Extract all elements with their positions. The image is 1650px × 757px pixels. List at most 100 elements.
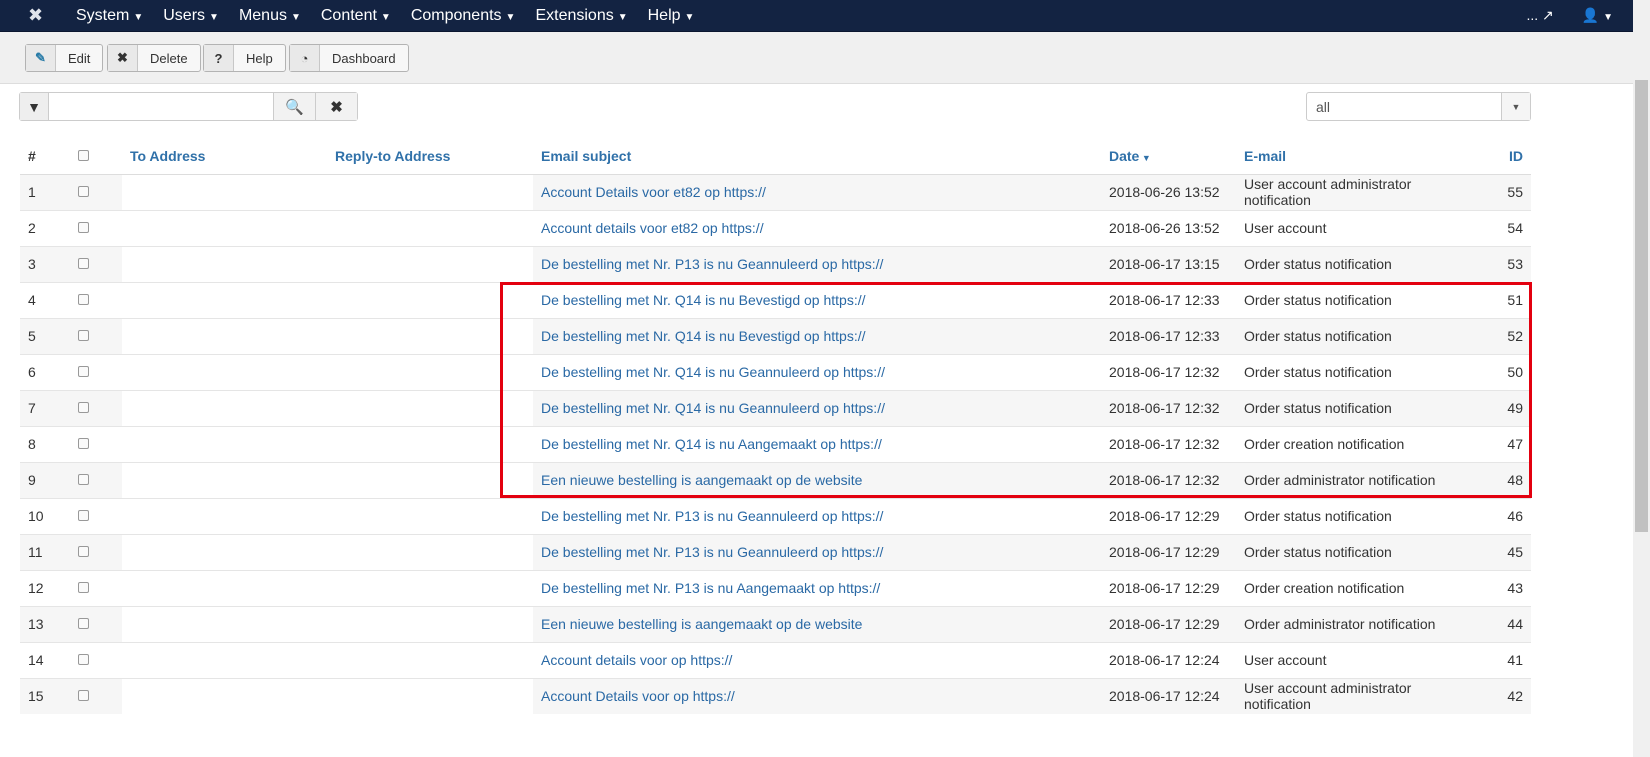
subject-link[interactable]: Account Details voor et82 op https:// [541,184,766,200]
date-cell: 2018-06-17 12:33 [1101,281,1236,318]
menu-system[interactable]: System ▼ [66,7,153,25]
col-email[interactable]: E-mail [1236,139,1481,175]
col-reply[interactable]: Reply-to Address [327,139,533,175]
row-checkbox[interactable] [78,222,89,233]
row-checkbox[interactable] [78,402,89,413]
reply-to-address [327,461,533,498]
email-type-cell: Order administrator notification [1236,605,1481,642]
menu-help[interactable]: Help ▼ [638,7,705,25]
row-checkbox[interactable] [78,258,89,269]
row-checkbox[interactable] [78,186,89,197]
dashboard-label: Dashboard [332,50,396,66]
reply-to-address [327,569,533,606]
menu-extensions[interactable]: Extensions ▼ [525,7,637,25]
col-subject[interactable]: Email subject [533,139,1101,175]
edit-button[interactable]: ✎ Edit [25,44,104,72]
to-address [122,641,327,678]
col-to[interactable]: To Address [122,139,327,175]
row-checkbox[interactable] [78,330,89,341]
subject-link[interactable]: De bestelling met Nr. P13 is nu Geannule… [541,508,883,524]
date-cell: 2018-06-26 13:52 [1101,209,1236,246]
date-cell: 2018-06-17 12:29 [1101,605,1236,642]
row-checkbox[interactable] [78,582,89,593]
row-checkbox[interactable] [78,294,89,305]
row-number: 1 [20,173,70,210]
id-cell: 44 [1481,605,1531,642]
subject-link[interactable]: De bestelling met Nr. P13 is nu Aangemaa… [541,580,880,596]
row-checkbox[interactable] [78,474,89,485]
date-cell: 2018-06-17 12:24 [1101,641,1236,678]
to-address [122,569,327,606]
row-checkbox[interactable] [78,618,89,629]
subject-link[interactable]: De bestelling met Nr. Q14 is nu Geannule… [541,364,885,380]
date-cell: 2018-06-26 13:52 [1101,173,1236,210]
view-site-link[interactable]: ... ↗ [1526,7,1553,24]
search-input[interactable] [49,93,273,120]
caret-down-icon: ▼ [684,11,695,23]
table-row: 3 De bestelling met Nr. P13 is nu Geannu… [20,245,1531,282]
col-num: # [20,139,70,175]
table-row: 4 De bestelling met Nr. Q14 is nu Bevest… [20,281,1531,318]
row-number: 11 [20,533,70,570]
reply-to-address [327,641,533,678]
email-type-select[interactable]: all ▼ [1306,92,1531,121]
menu-components[interactable]: Components ▼ [401,7,526,25]
row-checkbox[interactable] [78,546,89,557]
select-all-checkbox[interactable] [78,150,89,162]
table-row: 11 De bestelling met Nr. P13 is nu Geann… [20,533,1531,570]
menu-label: Menus [238,6,287,24]
scrollbar[interactable] [1633,0,1650,757]
reply-to-address [327,425,533,462]
row-checkbox[interactable] [78,690,89,702]
table-row: 15 Account Details voor op https:// 2018… [20,677,1531,714]
email-type-cell: Order status notification [1236,533,1481,570]
row-checkbox[interactable] [78,366,89,377]
clear-button[interactable]: ✖ [315,93,357,120]
row-checkbox[interactable] [78,654,89,665]
col-id[interactable]: ID [1481,139,1531,175]
subject-link[interactable]: De bestelling met Nr. Q14 is nu Bevestig… [541,292,866,308]
scrollbar-thumb[interactable] [1635,80,1648,532]
subject-link[interactable]: De bestelling met Nr. Q14 is nu Aangemaa… [541,436,882,452]
subject-link[interactable]: Een nieuwe bestelling is aangemaakt op d… [541,472,862,488]
filter-icon[interactable]: ▼ [20,93,49,120]
row-number: 13 [20,605,70,642]
subject-link[interactable]: De bestelling met Nr. P13 is nu Geannule… [541,256,883,272]
subject-link[interactable]: De bestelling met Nr. Q14 is nu Bevestig… [541,328,866,344]
row-checkbox[interactable] [78,510,89,521]
subject-link[interactable]: Account Details voor op https:// [541,688,735,704]
id-cell: 47 [1481,425,1531,462]
menu-users[interactable]: Users ▼ [153,7,229,25]
email-type-cell: User account administrator notification [1236,677,1481,714]
subject-link[interactable]: Account details voor op https:// [541,652,732,668]
dashboard-button[interactable]: ◔ Dashboard [289,44,409,72]
row-number: 2 [20,209,70,246]
help-button[interactable]: ? Help [203,44,286,72]
row-number: 3 [20,245,70,282]
menu-menus[interactable]: Menus ▼ [229,7,311,25]
subject-link[interactable]: De bestelling met Nr. Q14 is nu Geannule… [541,400,885,416]
col-date[interactable]: Date ▼ [1101,139,1236,175]
table-row: 1 Account Details voor et82 op https:// … [20,173,1531,210]
email-log-table: # To Address Reply-to Address Email subj… [20,139,1531,714]
to-address [122,533,327,570]
date-cell: 2018-06-17 12:32 [1101,389,1236,426]
id-cell: 52 [1481,317,1531,354]
search-button[interactable]: 🔍 [273,93,315,120]
help-icon: ? [204,45,234,71]
delete-button[interactable]: ✖ Delete [107,44,201,72]
menu-content[interactable]: Content ▼ [311,7,401,25]
email-type-cell: Order creation notification [1236,569,1481,606]
user-menu[interactable]: 👤 ▼ [1582,7,1613,24]
subject-link[interactable]: Een nieuwe bestelling is aangemaakt op d… [541,616,862,632]
joomla-logo-icon[interactable]: ✖ [28,5,52,26]
email-type-cell: Order status notification [1236,281,1481,318]
table-row: 13 Een nieuwe bestelling is aangemaakt o… [20,605,1531,642]
to-address [122,389,327,426]
subject-link[interactable]: Account details voor et82 op https:// [541,220,764,236]
row-checkbox[interactable] [78,438,89,449]
subject-link[interactable]: De bestelling met Nr. P13 is nu Geannule… [541,544,883,560]
id-cell: 46 [1481,497,1531,534]
id-cell: 53 [1481,245,1531,282]
id-cell: 42 [1481,677,1531,714]
